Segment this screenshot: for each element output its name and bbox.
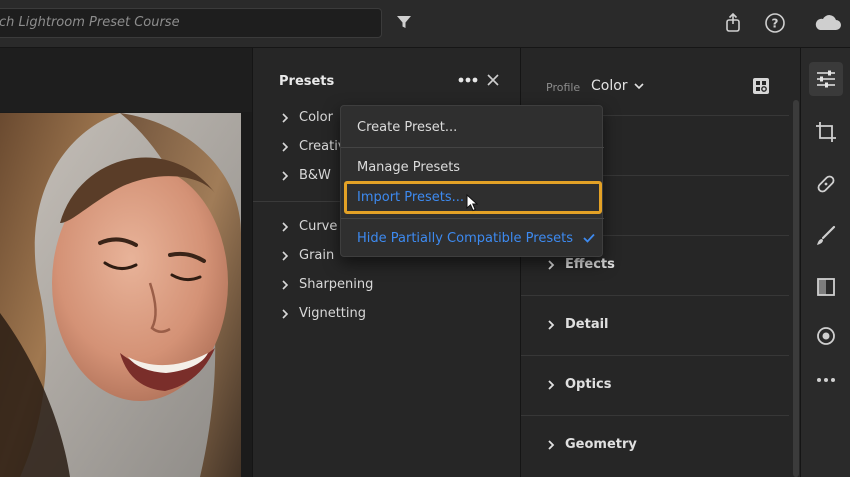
profile-label: Profile bbox=[546, 81, 581, 94]
more-options-icon[interactable] bbox=[458, 75, 478, 85]
preset-group-label: Curve bbox=[299, 219, 338, 234]
gradient-icon[interactable] bbox=[814, 275, 838, 299]
chevron-right-icon bbox=[282, 221, 289, 232]
menu-item-manage-presets[interactable]: Manage Presets bbox=[357, 160, 460, 175]
photo-canvas[interactable] bbox=[0, 48, 252, 477]
preset-group-label: Color bbox=[299, 110, 333, 125]
chevron-right-icon bbox=[282, 141, 289, 152]
menu-item-import-presets[interactable]: Import Presets... bbox=[357, 190, 464, 205]
chevron-right-icon bbox=[548, 319, 555, 330]
tool-rail bbox=[800, 48, 850, 477]
preset-group-sharpening[interactable]: Sharpening bbox=[281, 277, 373, 292]
section-divider bbox=[521, 295, 789, 296]
profile-dropdown[interactable]: Color bbox=[591, 78, 644, 94]
chevron-right-icon bbox=[548, 379, 555, 390]
chevron-right-icon bbox=[282, 170, 289, 181]
preset-group-bw[interactable]: B&W bbox=[281, 168, 331, 183]
preset-group-curve[interactable]: Curve bbox=[281, 219, 337, 234]
menu-separator bbox=[341, 218, 604, 219]
search-placeholder: ch Lightroom Preset Course bbox=[0, 15, 180, 30]
chevron-down-icon bbox=[633, 83, 644, 90]
top-bar: ch Lightroom Preset Course ? bbox=[0, 0, 850, 48]
preset-group-vignetting[interactable]: Vignetting bbox=[281, 306, 366, 321]
menu-item-hide-partially-compatible[interactable]: Hide Partially Compatible Presets bbox=[357, 231, 573, 246]
preset-group-label: Grain bbox=[299, 248, 335, 263]
healing-icon[interactable] bbox=[814, 172, 838, 196]
preset-group-label: Sharpening bbox=[299, 277, 374, 292]
chevron-right-icon bbox=[282, 308, 289, 319]
profile-value: Color bbox=[591, 78, 628, 94]
share-icon[interactable] bbox=[721, 11, 745, 35]
preset-group-label: B&W bbox=[299, 168, 331, 183]
preset-group-label: Vignetting bbox=[299, 306, 367, 321]
crop-icon[interactable] bbox=[814, 120, 838, 144]
svg-text:?: ? bbox=[772, 17, 779, 31]
checkmark-icon bbox=[583, 233, 595, 243]
section-divider bbox=[521, 355, 789, 356]
mouse-cursor-icon bbox=[466, 194, 478, 212]
close-icon[interactable] bbox=[487, 74, 499, 86]
edit-sliders-icon[interactable] bbox=[814, 67, 838, 91]
photo-top-strip bbox=[0, 48, 252, 112]
section-detail[interactable]: Detail bbox=[547, 317, 609, 332]
help-icon[interactable]: ? bbox=[763, 11, 787, 35]
menu-separator bbox=[341, 147, 604, 148]
chevron-right-icon bbox=[282, 112, 289, 123]
section-optics[interactable]: Optics bbox=[547, 377, 611, 392]
lightroom-window: ch Lightroom Preset Course ? Presets Col… bbox=[0, 0, 850, 477]
presets-title: Presets bbox=[279, 74, 335, 89]
section-label: Optics bbox=[565, 377, 612, 392]
chevron-right-icon bbox=[282, 279, 289, 290]
more-tools-icon[interactable] bbox=[814, 368, 838, 392]
filter-icon[interactable] bbox=[396, 14, 412, 30]
profile-browser-icon[interactable] bbox=[751, 76, 771, 96]
chevron-right-icon bbox=[282, 250, 289, 261]
section-label: Effects bbox=[565, 257, 615, 272]
section-label: Geometry bbox=[565, 437, 637, 452]
photo-image bbox=[0, 113, 241, 477]
menu-item-create-preset[interactable]: Create Preset... bbox=[357, 120, 457, 135]
edit-panel-scrollbar[interactable] bbox=[793, 100, 799, 477]
section-divider bbox=[521, 415, 789, 416]
preset-group-grain[interactable]: Grain bbox=[281, 248, 334, 263]
search-input[interactable]: ch Lightroom Preset Course bbox=[0, 8, 382, 38]
brush-icon[interactable] bbox=[814, 224, 838, 248]
preset-group-color[interactable]: Color bbox=[281, 110, 333, 125]
presets-options-menu: Create Preset... Manage Presets Import P… bbox=[340, 105, 604, 257]
chevron-right-icon bbox=[548, 259, 555, 270]
section-label: Detail bbox=[565, 317, 609, 332]
chevron-right-icon bbox=[548, 439, 555, 450]
cloud-icon[interactable] bbox=[812, 11, 842, 35]
radial-icon[interactable] bbox=[814, 324, 838, 348]
section-geometry[interactable]: Geometry bbox=[547, 437, 637, 452]
section-effects[interactable]: Effects bbox=[547, 257, 615, 272]
